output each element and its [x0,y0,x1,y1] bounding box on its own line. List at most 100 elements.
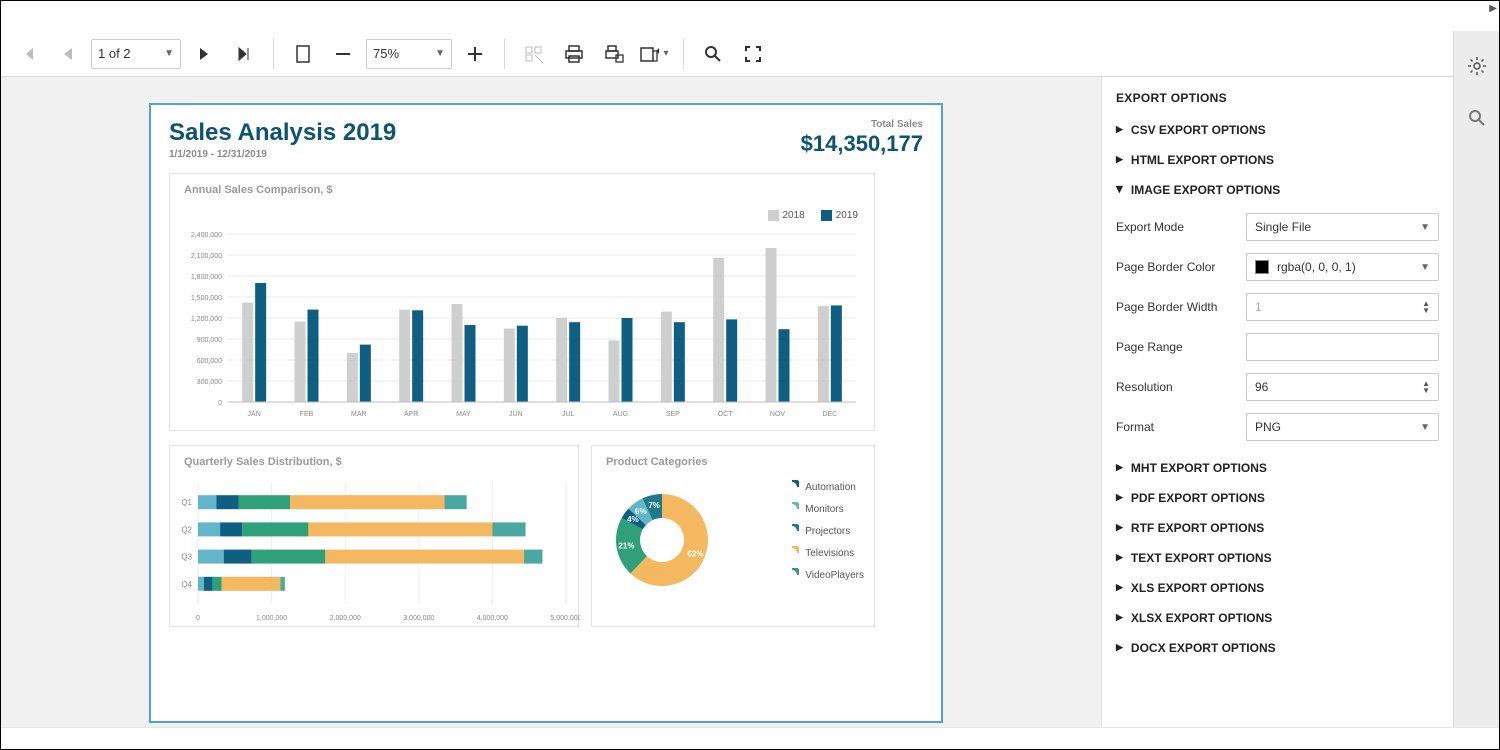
chart3-legend: Automation Monitors Projectors Televisions V… [785,480,864,582]
export-options-panel: EXPORT OPTIONS ▶CSV EXPORT OPTIONS ▶HTML… [1101,77,1453,727]
annual-sales-chart: Annual Sales Comparison, $ 2018 2019 0 30… [169,173,875,431]
legend-item: Monitors [785,502,864,516]
zoom-out-button[interactable] [326,37,360,71]
svg-text:1,200,000: 1,200,000 [191,316,222,323]
chart1-title: Annual Sales Comparison, $ [170,174,874,196]
svg-text:4,000,000: 4,000,000 [477,615,508,622]
section-pdf[interactable]: ▶PDF EXPORT OPTIONS [1102,483,1453,513]
page-indicator: 1 of 2 [98,46,131,61]
quarterly-dist-chart: Quarterly Sales Distribution, $ 0 1,000,0… [169,445,579,627]
format-select[interactable]: PNG ▼ [1246,413,1439,441]
svg-text:Q3: Q3 [181,553,192,562]
svg-text:300,000: 300,000 [197,379,222,386]
legend-item: Automation [785,480,864,494]
page-border-width-input[interactable]: 1 ▲▼ [1246,293,1439,321]
svg-text:600,000: 600,000 [197,358,222,365]
svg-text:APR: APR [404,411,418,418]
svg-text:1,500,000: 1,500,000 [191,295,222,302]
svg-text:AUG: AUG [613,411,628,418]
svg-text:2,400,000: 2,400,000 [191,232,222,239]
spinner-icon[interactable]: ▲▼ [1422,380,1430,394]
prev-page-button[interactable] [51,37,85,71]
export-mode-select[interactable]: Single File ▼ [1246,213,1439,241]
next-page-button[interactable] [187,37,221,71]
zoom-value: 75% [373,46,399,61]
page-range-label: Page Range [1116,340,1236,354]
product-categories-chart: Product Categories 62%21%4%6%7% Automati… [591,445,875,627]
page-selector[interactable]: 1 of 2 ▼ [91,39,181,69]
svg-text:7%: 7% [648,501,660,510]
chevron-down-icon: ▼ [435,48,445,59]
svg-text:DEC: DEC [822,411,837,418]
svg-text:Q1: Q1 [181,498,192,507]
print-page-button[interactable] [597,37,631,71]
report-page: Sales Analysis 2019 1/1/2019 - 12/31/201… [151,105,941,721]
svg-text:MAR: MAR [351,411,367,418]
print-button[interactable] [557,37,591,71]
section-html[interactable]: ▶HTML EXPORT OPTIONS [1102,145,1453,175]
section-docx[interactable]: ▶DOCX EXPORT OPTIONS [1102,633,1453,663]
page-border-color-label: Page Border Color [1116,260,1236,274]
svg-text:2,100,000: 2,100,000 [191,253,222,260]
svg-text:0: 0 [196,615,200,622]
export-button[interactable]: ▾ [637,37,671,71]
chevron-down-icon: ▼ [1420,222,1430,233]
legend-item: VideoPlayers [785,568,864,582]
zoom-in-button[interactable] [458,37,492,71]
resolution-label: Resolution [1116,380,1236,394]
viewer-toolbar: 1 of 2 ▼ 75% ▼ [1,31,1453,77]
svg-text:2,000,000: 2,000,000 [330,615,361,622]
chevron-down-icon: ▼ [1420,262,1430,273]
svg-text:JUN: JUN [509,411,523,418]
legend-item: Televisions [785,546,864,560]
svg-text:1,000,000: 1,000,000 [256,615,287,622]
total-sales-value: $14,350,177 [801,131,923,157]
page-border-color-select[interactable]: rgba(0, 0, 0, 1) ▼ [1246,253,1439,281]
svg-text:FEB: FEB [300,411,314,418]
chevron-down-icon: ▾ [663,48,668,59]
section-xlsx[interactable]: ▶XLSX EXPORT OPTIONS [1102,603,1453,633]
section-rtf[interactable]: ▶RTF EXPORT OPTIONS [1102,513,1453,543]
scroll-indicator-icon: ▶ [1489,3,1497,14]
section-text[interactable]: ▶TEXT EXPORT OPTIONS [1102,543,1453,573]
section-mht[interactable]: ▶MHT EXPORT OPTIONS [1102,453,1453,483]
format-label: Format [1116,420,1236,434]
settings-tab-button[interactable] [1460,49,1494,83]
page-range-input[interactable] [1246,333,1439,361]
svg-text:62%: 62% [687,549,703,558]
preview-stage[interactable]: Sales Analysis 2019 1/1/2019 - 12/31/201… [1,77,1101,727]
status-bar [1,727,1499,749]
svg-text:JAN: JAN [248,411,261,418]
fullscreen-button[interactable] [736,37,770,71]
chevron-down-icon: ▼ [1420,422,1430,433]
export-mode-label: Export Mode [1116,220,1236,234]
svg-text:21%: 21% [618,542,634,551]
first-page-button[interactable] [11,37,45,71]
svg-text:SEP: SEP [666,411,680,418]
svg-text:1,800,000: 1,800,000 [191,274,222,281]
svg-text:3,000,000: 3,000,000 [403,615,434,622]
svg-text:NOV: NOV [770,411,786,418]
multipage-button[interactable] [517,37,551,71]
color-swatch-icon [1255,260,1269,274]
legend-item: Projectors [785,524,864,538]
section-csv[interactable]: ▶CSV EXPORT OPTIONS [1102,115,1453,145]
resolution-input[interactable]: 96 ▲▼ [1246,373,1439,401]
svg-text:5,000,000: 5,000,000 [550,615,580,622]
single-page-button[interactable] [286,37,320,71]
last-page-button[interactable] [227,37,261,71]
panel-title: EXPORT OPTIONS [1102,77,1453,115]
search-tab-button[interactable] [1460,101,1494,135]
chart3-title: Product Categories [592,446,874,468]
svg-text:0: 0 [218,400,222,407]
chart2-title: Quarterly Sales Distribution, $ [170,446,578,468]
section-xls[interactable]: ▶XLS EXPORT OPTIONS [1102,573,1453,603]
svg-text:JUL: JUL [562,411,575,418]
chart1-legend: 2018 2019 [768,210,859,221]
section-image[interactable]: ▶IMAGE EXPORT OPTIONS [1102,175,1453,205]
zoom-selector[interactable]: 75% ▼ [366,39,452,69]
chevron-down-icon: ▼ [164,48,174,59]
search-button[interactable] [696,37,730,71]
svg-text:MAY: MAY [456,411,471,418]
spinner-icon[interactable]: ▲▼ [1422,300,1430,314]
